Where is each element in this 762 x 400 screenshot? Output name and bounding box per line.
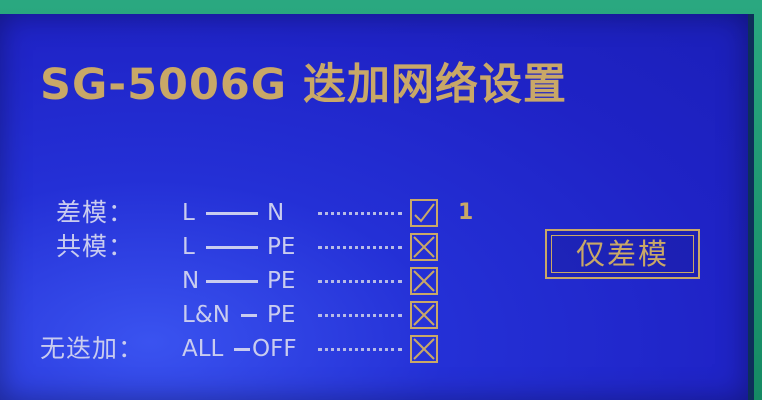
count-value: 1 — [458, 200, 474, 225]
checkbox[interactable] — [410, 301, 438, 329]
option-row-dm-l-n[interactable]: 差模： L N 1 — [0, 196, 700, 230]
differential-only-button[interactable]: 仅差模 — [545, 229, 700, 279]
right-node: N — [267, 200, 285, 226]
left-node: ALL — [182, 336, 224, 362]
checkbox[interactable] — [410, 233, 438, 261]
cross-icon — [413, 304, 435, 326]
checkbox[interactable] — [410, 199, 438, 227]
checkbox[interactable] — [410, 267, 438, 295]
left-node: L — [182, 234, 195, 260]
option-row-cm-ln-pe[interactable]: L&N PE — [0, 298, 700, 332]
right-node: PE — [267, 234, 296, 260]
right-node: PE — [267, 302, 296, 328]
leader-dots — [318, 310, 402, 317]
row-label: 无迭加： — [40, 334, 145, 363]
connector-line — [206, 280, 258, 283]
button-inner-frame — [551, 235, 694, 273]
cross-icon — [413, 270, 435, 292]
page-title: SG-5006G 迭加网络设置 — [40, 60, 568, 110]
left-node: L&N — [182, 302, 230, 328]
check-icon — [414, 203, 435, 223]
connector-line — [234, 348, 250, 351]
leader-dots — [318, 242, 402, 249]
option-row-all-off[interactable]: 无迭加： ALL OFF — [0, 332, 700, 366]
right-node: OFF — [252, 336, 297, 362]
left-node: L — [182, 200, 195, 226]
row-label: 共模： — [56, 232, 135, 261]
connector-line — [206, 212, 258, 215]
connector-line — [206, 246, 258, 249]
leader-dots — [318, 208, 402, 215]
lcd-screen: SG-5006G 迭加网络设置 差模： L N 1 共模： L PE N PE … — [0, 14, 754, 400]
left-node: N — [182, 268, 200, 294]
checkbox[interactable] — [410, 335, 438, 363]
right-node: PE — [267, 268, 296, 294]
cross-icon — [413, 236, 435, 258]
leader-dots — [318, 276, 402, 283]
leader-dots — [318, 344, 402, 351]
cross-icon — [413, 338, 435, 360]
connector-line — [241, 314, 257, 317]
row-label: 差模： — [56, 198, 135, 227]
